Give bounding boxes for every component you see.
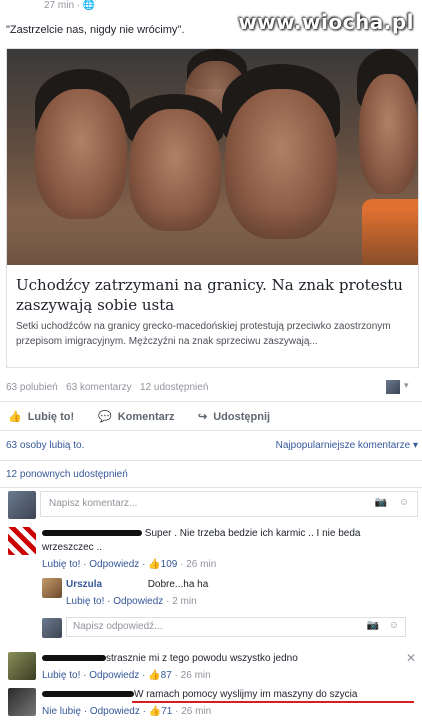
thumbs-up-icon: 👍 bbox=[8, 411, 22, 423]
reply-like[interactable]: Lubię to! bbox=[66, 596, 104, 607]
post-quote: "Zastrzelcie nas, nigdy nie wrócimy". bbox=[6, 24, 185, 36]
comment-text: strasznie mi z tego powodu wszystko jedn… bbox=[42, 653, 402, 664]
share-button[interactable]: ↪ Udostępnij bbox=[198, 410, 271, 424]
comment-text: W ramach pomocy wyslijmy im maszyny do s… bbox=[42, 689, 402, 700]
comment-reply[interactable]: Odpowiedz bbox=[89, 559, 139, 570]
comment-like[interactable]: Nie lubię bbox=[42, 706, 81, 717]
comment-button[interactable]: 💬 Komentarz bbox=[98, 410, 175, 424]
comment-body: W ramach pomocy wyslijmy im maszyny do s… bbox=[134, 689, 358, 700]
shares-count[interactable]: 12 udostępnień bbox=[140, 382, 208, 393]
comments-count[interactable]: 63 komentarzy bbox=[66, 382, 132, 393]
thumbs-up-icon: 👍 bbox=[148, 706, 162, 717]
reply-placeholder: Napisz odpowiedź... bbox=[73, 621, 163, 632]
post-time: 27 min · 🌐 bbox=[44, 0, 96, 11]
comment-like-count[interactable]: 71 bbox=[161, 706, 172, 717]
comment-placeholder: Napisz komentarz... bbox=[49, 498, 138, 509]
reply-body: Dobre...ha ha bbox=[147, 579, 209, 590]
sort-label: Najpopularniejsze komentarze bbox=[275, 440, 411, 451]
comment-icon: 💬 bbox=[98, 411, 112, 423]
thumbs-up-icon: 👍 bbox=[148, 670, 161, 681]
red-underline bbox=[132, 701, 414, 703]
avatar[interactable] bbox=[8, 652, 36, 680]
comment-actions: Lubię to! · Odpowiedz · 👍109 · 26 min bbox=[42, 559, 217, 570]
article-title[interactable]: Uchodźcy zatrzymani na granicy. Na znak … bbox=[16, 275, 411, 315]
time-label: 27 min bbox=[44, 0, 75, 11]
avatar[interactable] bbox=[8, 527, 36, 555]
like-button[interactable]: 👍 Lubię to! bbox=[8, 410, 75, 424]
avatar[interactable] bbox=[8, 688, 36, 716]
page-avatar[interactable] bbox=[386, 380, 400, 394]
comment-sort-dropdown[interactable]: Najpopularniejsze komentarze ▾ bbox=[276, 440, 418, 451]
comment-reply[interactable]: Odpowiedz bbox=[89, 670, 139, 681]
comment-reply[interactable]: Odpowiedz bbox=[90, 706, 140, 717]
reply-actions: Lubię to! · Odpowiedz · 2 min bbox=[66, 596, 197, 607]
comment-label: Komentarz bbox=[117, 410, 175, 423]
article-description: Setki uchodźców na granicy grecko-macedo… bbox=[16, 321, 391, 347]
avatar[interactable] bbox=[8, 491, 36, 519]
shares-summary[interactable]: 12 ponownych udostępnień bbox=[6, 469, 128, 480]
share-icon: ↪ bbox=[198, 411, 208, 423]
close-icon[interactable]: ✕ bbox=[406, 651, 416, 665]
avatar[interactable] bbox=[42, 578, 62, 598]
camera-icon[interactable]: 📷 bbox=[375, 497, 387, 508]
comment-time: 26 min bbox=[181, 706, 212, 717]
avatar[interactable] bbox=[42, 618, 62, 638]
comment-actions: Nie lubię · Odpowiedz · 👍71 · 26 min bbox=[42, 706, 212, 717]
post-stats: 63 polubień 63 komentarzy 12 udostępnień bbox=[6, 382, 208, 393]
camera-icon[interactable]: 📷 bbox=[367, 620, 379, 631]
comment-like-count[interactable]: 87 bbox=[161, 670, 172, 681]
reply-author[interactable]: Urszula bbox=[66, 579, 102, 590]
emoji-icon[interactable]: ☺ bbox=[389, 620, 399, 631]
likes-count[interactable]: 63 polubień bbox=[6, 382, 58, 393]
redacted-name bbox=[42, 691, 134, 698]
chevron-down-icon[interactable]: ▾ bbox=[404, 380, 409, 391]
watermark: www.wiocha.pl bbox=[238, 10, 414, 34]
comment-input[interactable]: Napisz komentarz... 📷 ☺ bbox=[40, 491, 418, 517]
reply-text: Urszula Dobre...ha ha bbox=[66, 579, 208, 590]
globe-icon: 🌐 bbox=[82, 0, 96, 11]
reply-time: 2 min bbox=[172, 596, 197, 607]
comment-time: 26 min bbox=[180, 670, 211, 681]
comment-time: 26 min bbox=[186, 559, 217, 570]
comment-like[interactable]: Lubię to! bbox=[42, 670, 80, 681]
emoji-icon[interactable]: ☺ bbox=[399, 497, 409, 508]
article-image[interactable] bbox=[7, 49, 418, 265]
likes-summary[interactable]: 63 osoby lubią to. bbox=[6, 440, 84, 451]
like-label: Lubię to! bbox=[27, 410, 75, 423]
reply-input[interactable]: Napisz odpowiedź... 📷 ☺ bbox=[66, 617, 406, 637]
comment-actions: Lubię to! · Odpowiedz · 👍87 · 26 min bbox=[42, 670, 211, 681]
comment-text: Super . Nie trzeba bedzie ich karmic .. … bbox=[42, 527, 412, 555]
comment-like[interactable]: Lubię to! bbox=[42, 559, 80, 570]
comment-body: strasznie mi z tego powodu wszystko jedn… bbox=[106, 653, 298, 664]
reply-reply[interactable]: Odpowiedz bbox=[113, 596, 163, 607]
share-label: Udostępnij bbox=[213, 410, 271, 423]
redacted-name bbox=[42, 530, 142, 537]
comment-like-count[interactable]: 109 bbox=[161, 559, 178, 570]
article-card[interactable]: Uchodźcy zatrzymani na granicy. Na znak … bbox=[6, 48, 419, 368]
redacted-name bbox=[42, 655, 106, 662]
thumbs-up-icon: 👍 bbox=[148, 559, 161, 570]
